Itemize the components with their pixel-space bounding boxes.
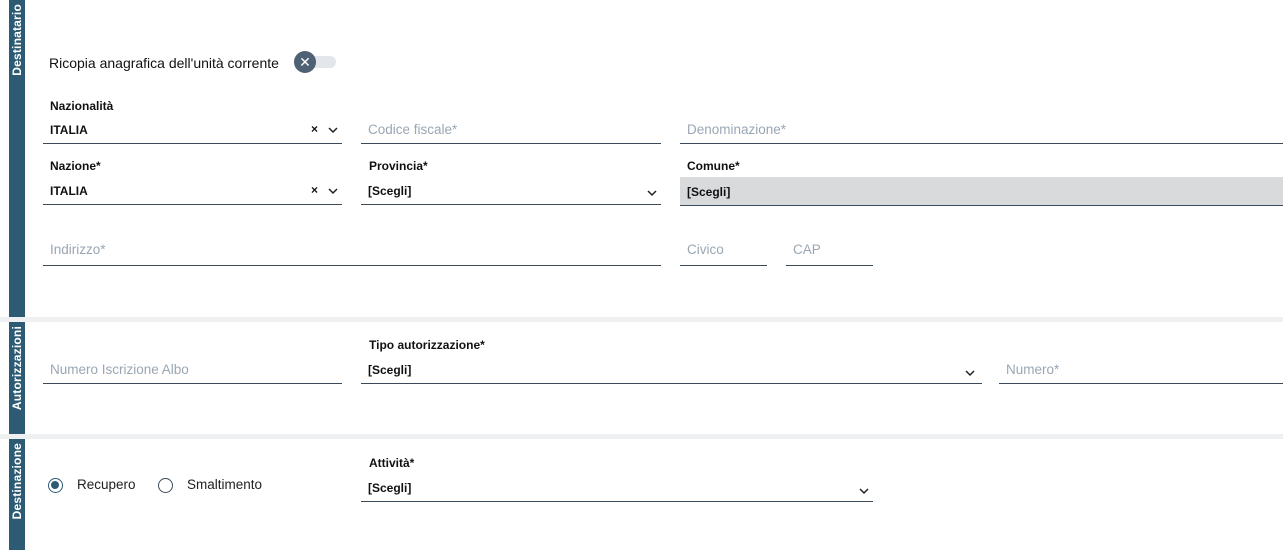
tipo-autorizzazione-label: Tipo autorizzazione* [369,338,485,352]
copy-registry-label: Ricopia anagrafica dell'unità corrente [49,55,279,71]
nazione-label: Nazione* [50,159,101,173]
clear-icon[interactable]: × [311,183,318,197]
nazionalita-select[interactable]: ITALIA × [43,120,342,144]
numero-input[interactable]: Numero* [999,356,1283,384]
nazione-select[interactable]: ITALIA × [43,181,342,205]
radio-recupero-label[interactable]: Recupero [77,477,136,492]
destinatario-section-tab: Destinatario [9,0,25,317]
civico-placeholder: Civico [687,242,724,257]
numero-placeholder: Numero* [1006,362,1060,377]
destinatario-section-label: Destinatario [10,4,24,76]
codice-fiscale-input[interactable]: Codice fiscale* [361,120,661,144]
provincia-select[interactable]: [Scegli] [361,181,661,205]
destinazione-section-tab: Destinazione [9,439,25,550]
autorizzazioni-section: Autorizzazioni Numero Iscrizione Albo Ti… [0,322,1283,434]
cap-input[interactable]: CAP [786,236,873,266]
indirizzo-placeholder: Indirizzo* [50,242,106,257]
attivita-select[interactable]: [Scegli] [361,478,873,502]
radio-smaltimento[interactable] [158,478,173,493]
radio-recupero[interactable] [48,478,63,493]
tipo-autorizzazione-value: [Scegli] [368,363,412,377]
chevron-down-icon[interactable] [326,184,340,198]
radio-smaltimento-label[interactable]: Smaltimento [187,477,262,492]
civico-input[interactable]: Civico [680,236,767,266]
nazionalita-label: Nazionalità [50,99,114,113]
destinatario-section: Destinatario Ricopia anagrafica dell'uni… [0,0,1283,317]
chevron-down-icon [857,484,871,498]
nazione-value: ITALIA [50,184,88,198]
attivita-label: Attività* [369,456,415,470]
nazionalita-value: ITALIA [50,123,88,137]
numero-iscrizione-albo-placeholder: Numero Iscrizione Albo [50,362,189,377]
chevron-down-icon [963,366,977,380]
comune-value: [Scegli] [687,185,731,199]
clear-icon[interactable]: × [311,122,318,136]
close-icon: ✕ [294,51,316,73]
chevron-down-icon[interactable] [326,123,340,137]
provincia-label: Provincia* [369,159,428,173]
provincia-value: [Scegli] [368,184,412,198]
autorizzazioni-section-label: Autorizzazioni [10,326,24,411]
numero-iscrizione-albo-input[interactable]: Numero Iscrizione Albo [43,356,342,384]
cap-placeholder: CAP [793,242,821,257]
copy-registry-toggle[interactable]: ✕ [294,51,340,73]
destinazione-section: Destinazione Recupero Smaltimento Attivi… [0,439,1283,550]
destinazione-section-label: Destinazione [10,443,24,520]
attivita-value: [Scegli] [368,481,412,495]
chevron-down-icon [645,186,659,200]
denominazione-input[interactable]: Denominazione* [680,120,1283,144]
tipo-autorizzazione-select[interactable]: [Scegli] [361,360,982,384]
comune-select[interactable]: [Scegli] [680,177,1283,206]
codice-fiscale-placeholder: Codice fiscale* [368,122,458,137]
indirizzo-input[interactable]: Indirizzo* [43,236,661,266]
denominazione-placeholder: Denominazione* [687,122,787,137]
comune-label: Comune* [687,159,740,173]
autorizzazioni-section-tab: Autorizzazioni [9,322,25,434]
